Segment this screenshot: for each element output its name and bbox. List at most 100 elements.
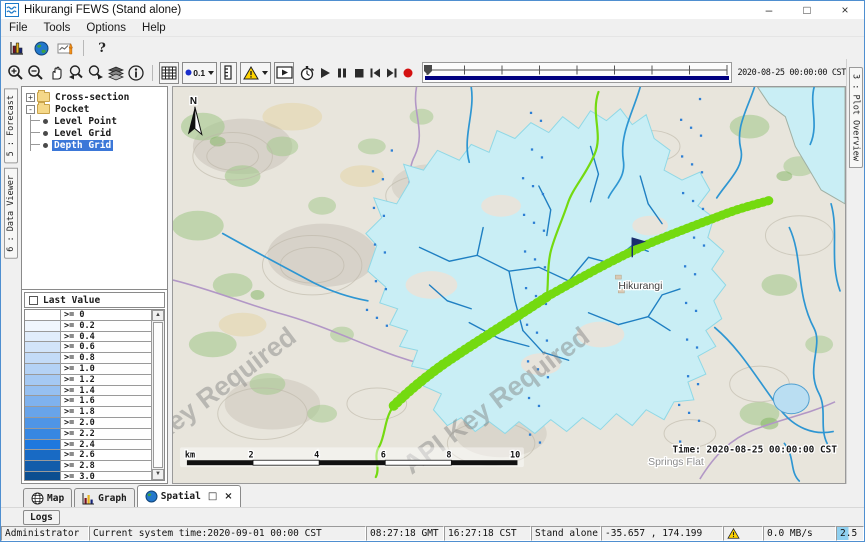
tab-maximize-icon[interactable]: □ bbox=[208, 491, 217, 502]
app-window: Hikurangi FEWS (Stand alone) – □ × File … bbox=[0, 0, 865, 542]
pan-hand-button[interactable] bbox=[46, 62, 66, 84]
legend-row[interactable]: >= 0.8 bbox=[25, 353, 151, 364]
tab-spatial[interactable]: Spatial □ × bbox=[137, 485, 241, 507]
legend-rows: >= 0>= 0.2>= 0.4>= 0.6>= 0.8>= 1.0>= 1.2… bbox=[25, 310, 151, 480]
info-button[interactable] bbox=[126, 62, 146, 84]
lake bbox=[773, 384, 809, 414]
legend-row[interactable]: >= 2.8 bbox=[25, 461, 151, 472]
svg-text:8: 8 bbox=[446, 449, 451, 459]
import-chart-button[interactable] bbox=[53, 38, 77, 58]
pause-button[interactable] bbox=[334, 62, 351, 84]
expand-icon[interactable]: + bbox=[26, 93, 35, 102]
scroll-thumb[interactable] bbox=[153, 322, 163, 468]
legend-label: >= 2.4 bbox=[61, 440, 151, 450]
legend-row[interactable]: >= 1.4 bbox=[25, 386, 151, 397]
tab-plot-overview[interactable]: 3 : Plot Overview bbox=[849, 67, 863, 168]
menu-options[interactable]: Options bbox=[78, 22, 134, 34]
legend-row[interactable]: >= 3.0 bbox=[25, 472, 151, 480]
record-button[interactable] bbox=[400, 62, 417, 84]
tab-data-viewer[interactable]: 6 : Data Viewer bbox=[4, 168, 18, 259]
grid-display-button[interactable] bbox=[159, 62, 179, 84]
map-view[interactable]: API Key Required API Key Required Hikura… bbox=[172, 86, 846, 484]
tree-item[interactable]: Level Point bbox=[26, 115, 167, 127]
legend-row[interactable]: >= 2.2 bbox=[25, 429, 151, 440]
tab-forecast[interactable]: 5 : Forecast bbox=[4, 88, 18, 163]
legend-row[interactable]: >= 1.0 bbox=[25, 364, 151, 375]
legend-label: >= 1.6 bbox=[61, 396, 151, 406]
legend-label: >= 1.2 bbox=[61, 375, 151, 385]
title-bar: Hikurangi FEWS (Stand alone) – □ × bbox=[1, 1, 864, 19]
legend-row[interactable]: >= 0.6 bbox=[25, 342, 151, 353]
legend-row[interactable]: >= 2.0 bbox=[25, 418, 151, 429]
bullet-icon bbox=[43, 131, 48, 136]
tree-item[interactable]: Level Grid bbox=[26, 127, 167, 139]
skip-to-end-button[interactable] bbox=[383, 62, 400, 84]
legend-swatch bbox=[25, 440, 61, 450]
warning-icon bbox=[727, 528, 740, 539]
logs-button[interactable]: Logs bbox=[23, 510, 60, 525]
globe-icon bbox=[145, 490, 158, 503]
toolbar-separator bbox=[152, 65, 153, 81]
bar-chart-icon bbox=[82, 492, 95, 505]
tree-item-label: Level Grid bbox=[52, 128, 113, 139]
timeline-slider[interactable] bbox=[422, 62, 732, 83]
legend-scrollbar[interactable]: ▲ ▼ bbox=[151, 310, 164, 480]
status-user: Administrator bbox=[1, 526, 89, 541]
legend-row[interactable]: >= 2.6 bbox=[25, 450, 151, 461]
status-coordinates: -35.657 , 174.199 bbox=[601, 526, 723, 541]
tab-spatial-label: Spatial bbox=[161, 491, 201, 502]
status-warning[interactable] bbox=[723, 526, 763, 541]
legend-row[interactable]: >= 0 bbox=[25, 310, 151, 321]
menu-file[interactable]: File bbox=[1, 22, 36, 34]
window-title: Hikurangi FEWS (Stand alone) bbox=[24, 4, 181, 16]
play-button[interactable] bbox=[317, 62, 334, 84]
zoom-in-button[interactable] bbox=[6, 62, 26, 84]
layers-button[interactable] bbox=[106, 62, 126, 84]
svg-text:N: N bbox=[190, 96, 197, 107]
tree-item[interactable]: +Cross-section bbox=[26, 91, 167, 103]
scroll-up-icon[interactable]: ▲ bbox=[152, 310, 164, 321]
minimize-button[interactable]: – bbox=[750, 1, 788, 19]
legend-label: >= 0.8 bbox=[61, 353, 151, 363]
tab-close-icon[interactable]: × bbox=[224, 491, 232, 502]
menu-tools[interactable]: Tools bbox=[36, 22, 79, 34]
animation-button[interactable] bbox=[274, 62, 294, 84]
interval-dropdown[interactable]: 0.1 bbox=[182, 62, 217, 84]
legend-swatch bbox=[25, 407, 61, 417]
data-explorer-button[interactable] bbox=[5, 38, 29, 58]
close-button[interactable]: × bbox=[826, 1, 864, 19]
tree-item[interactable]: -Pocket bbox=[26, 103, 167, 115]
collapse-icon[interactable]: - bbox=[26, 105, 35, 114]
skip-to-start-button[interactable] bbox=[367, 62, 384, 84]
tab-graph[interactable]: Graph bbox=[74, 488, 135, 507]
layer-tree[interactable]: +Cross-section-PocketLevel PointLevel Gr… bbox=[22, 87, 167, 290]
last-value-checkbox[interactable] bbox=[29, 296, 38, 305]
legend-swatch bbox=[25, 429, 61, 439]
legend-row[interactable]: >= 1.6 bbox=[25, 396, 151, 407]
main-toolbar: ? bbox=[1, 37, 864, 59]
menu-help[interactable]: Help bbox=[134, 22, 174, 34]
zoom-next-button[interactable] bbox=[86, 62, 106, 84]
legend-row[interactable]: >= 0.2 bbox=[25, 321, 151, 332]
tree-item[interactable]: Depth Grid bbox=[26, 139, 167, 151]
status-bar: Administrator Current system time:2020-0… bbox=[1, 526, 864, 541]
map-globe-button[interactable] bbox=[29, 38, 53, 58]
timeline-thumb[interactable] bbox=[424, 65, 432, 75]
map-canvas[interactable]: API Key Required API Key Required Hikura… bbox=[173, 87, 845, 483]
zoom-out-button[interactable] bbox=[26, 62, 46, 84]
warning-threshold-dropdown[interactable] bbox=[240, 62, 271, 84]
scroll-down-icon[interactable]: ▼ bbox=[152, 469, 164, 480]
tab-map[interactable]: Map bbox=[23, 488, 72, 507]
legend-row[interactable]: >= 2.4 bbox=[25, 440, 151, 451]
legend-title: Last Value bbox=[43, 295, 100, 306]
legend-row[interactable]: >= 1.8 bbox=[25, 407, 151, 418]
profile-ruler-button[interactable] bbox=[220, 62, 237, 84]
animation-clock-button[interactable] bbox=[297, 62, 317, 84]
maximize-button[interactable]: □ bbox=[788, 1, 826, 19]
chevron-down-icon bbox=[262, 71, 268, 75]
legend-row[interactable]: >= 1.2 bbox=[25, 375, 151, 386]
legend-row[interactable]: >= 0.4 bbox=[25, 332, 151, 343]
stop-button[interactable] bbox=[350, 62, 367, 84]
zoom-previous-button[interactable] bbox=[66, 62, 86, 84]
help-button[interactable]: ? bbox=[90, 38, 114, 58]
